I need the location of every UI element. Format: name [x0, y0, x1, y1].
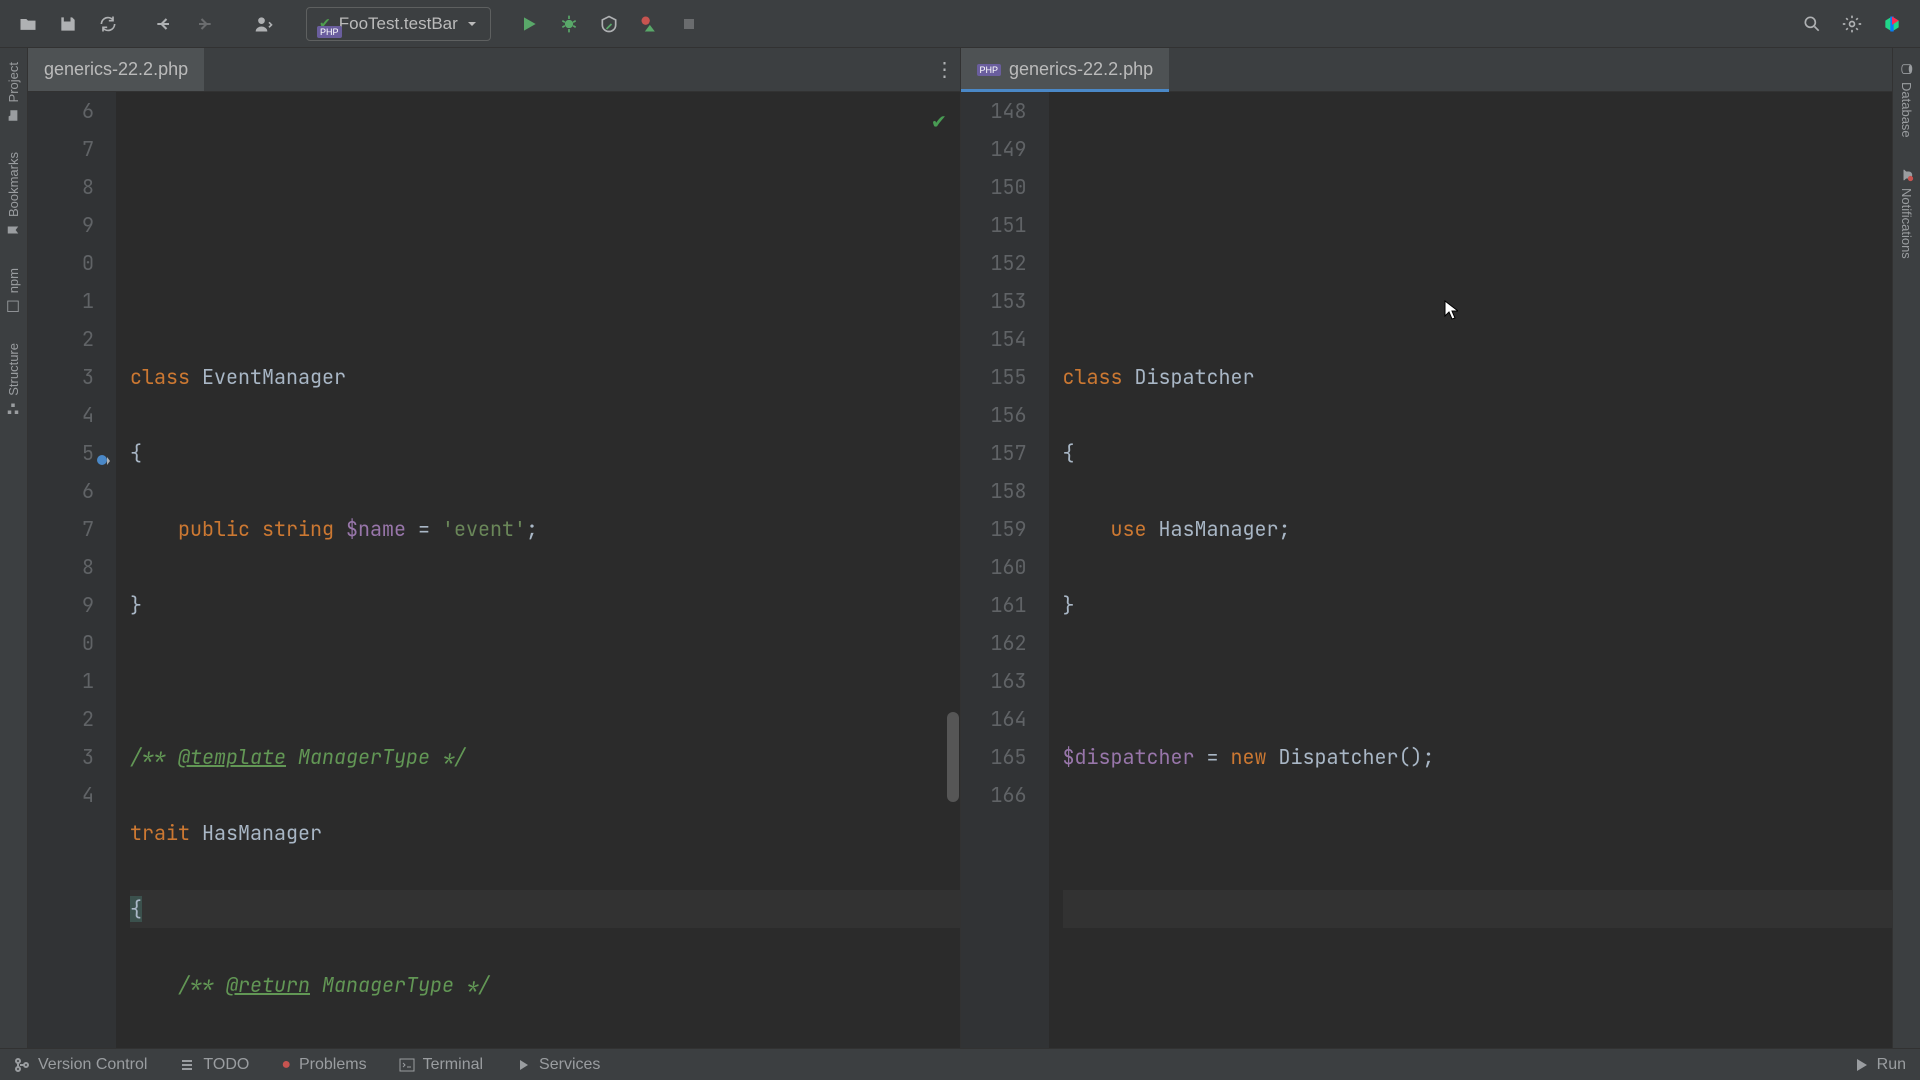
- sb-todo[interactable]: TODO: [179, 1056, 249, 1074]
- back-icon[interactable]: [146, 6, 182, 42]
- chevron-down-icon: [466, 18, 478, 30]
- search-icon[interactable]: [1794, 6, 1830, 42]
- code-body-right[interactable]: class Dispatcher { use HasManager; } $di…: [1049, 92, 1893, 1048]
- rail-database[interactable]: Database: [1899, 62, 1914, 138]
- tab-generics-right[interactable]: PHP generics-22.2.php: [961, 48, 1170, 91]
- right-tool-rail: Database Notifications: [1892, 48, 1920, 1048]
- code-area-left[interactable]: ✔ 6 7 8 9 0 1 2 3 4 5 6 7 8 9 0: [28, 92, 960, 1048]
- tab-generics-left[interactable]: generics-22.2.php: [28, 48, 204, 91]
- tab-more-icon[interactable]: ⋮: [930, 48, 960, 91]
- file-label: generics-22.2.php: [1009, 59, 1153, 80]
- open-icon[interactable]: [10, 6, 46, 42]
- editor-left: generics-22.2.php ⋮ ✔ 6 7 8 9 0 1 2 3 4 …: [28, 48, 960, 1048]
- main-toolbar: ✔ PHP FooTest.testBar: [0, 0, 1920, 48]
- save-icon[interactable]: [50, 6, 86, 42]
- code-area-right[interactable]: 148 149 150 151 152 153 154 155 156 157 …: [961, 92, 1893, 1048]
- sb-run[interactable]: Run: [1853, 1056, 1906, 1074]
- rail-notifications[interactable]: Notifications: [1899, 168, 1914, 259]
- gutter-left: 6 7 8 9 0 1 2 3 4 5 6 7 8 9 0 1 2: [28, 92, 116, 1048]
- sb-terminal[interactable]: Terminal: [399, 1056, 483, 1074]
- coverage-icon[interactable]: [591, 6, 627, 42]
- override-gutter-icon[interactable]: [96, 442, 112, 458]
- refresh-icon[interactable]: [90, 6, 126, 42]
- left-tool-rail: Project Bookmarks npm Structure: [0, 48, 28, 1048]
- tabbar-right: PHP generics-22.2.php: [961, 48, 1893, 92]
- rail-bookmarks[interactable]: Bookmarks: [6, 152, 21, 237]
- sb-version-control[interactable]: Version Control: [14, 1056, 147, 1074]
- scrollbar-thumb[interactable]: [947, 712, 959, 802]
- rail-npm[interactable]: npm: [6, 268, 21, 313]
- run-icon[interactable]: [511, 6, 547, 42]
- code-with-me-icon[interactable]: [242, 6, 286, 42]
- rail-project[interactable]: Project: [6, 62, 21, 122]
- sb-services[interactable]: Services: [515, 1056, 600, 1074]
- file-label: generics-22.2.php: [44, 59, 188, 80]
- rail-structure[interactable]: Structure: [6, 343, 21, 416]
- stop-icon[interactable]: [671, 6, 707, 42]
- run-config-label: FooTest.testBar: [339, 14, 458, 34]
- profiler-icon[interactable]: [631, 6, 667, 42]
- jetbrains-icon[interactable]: [1874, 6, 1910, 42]
- settings-icon[interactable]: [1834, 6, 1870, 42]
- php-file-icon: PHP: [977, 64, 1002, 76]
- editor-right: PHP generics-22.2.php 148 149 150 151 15…: [960, 48, 1893, 1048]
- gutter-right: 148 149 150 151 152 153 154 155 156 157 …: [961, 92, 1049, 1048]
- tabbar-left: generics-22.2.php ⋮: [28, 48, 960, 92]
- code-body-left[interactable]: class EventManager { public string $name…: [116, 92, 960, 1048]
- run-config-selector[interactable]: ✔ PHP FooTest.testBar: [306, 7, 491, 41]
- forward-icon[interactable]: [186, 6, 222, 42]
- statusbar: Version Control TODO ●Problems Terminal …: [0, 1048, 1920, 1080]
- sb-problems[interactable]: ●Problems: [281, 1056, 366, 1074]
- debug-icon[interactable]: [551, 6, 587, 42]
